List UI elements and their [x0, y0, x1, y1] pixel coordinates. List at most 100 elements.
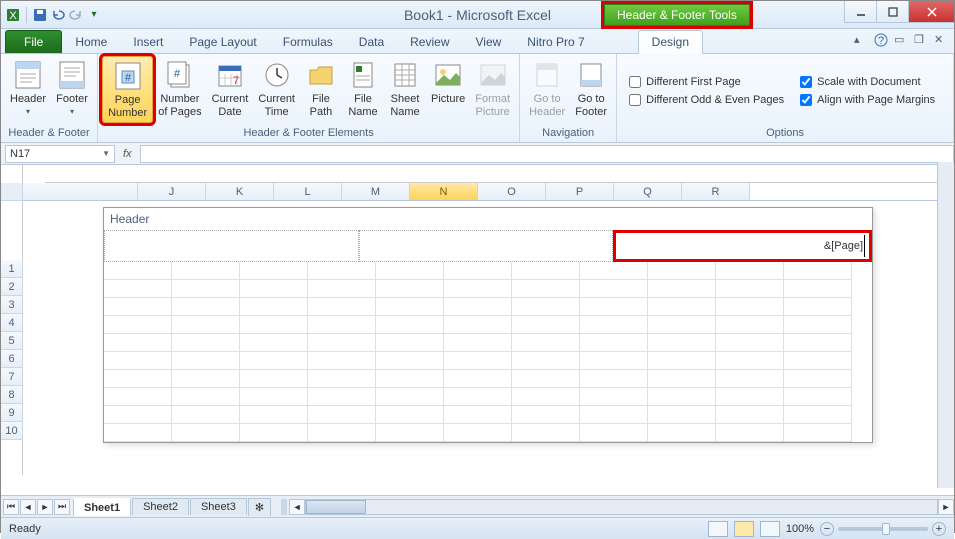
formula-input[interactable] [140, 145, 954, 163]
goto-header-icon [531, 59, 563, 91]
worksheet-area: J K L M N O P Q R Header &[Page] [1, 165, 954, 495]
col-header[interactable]: O [478, 183, 546, 200]
tab-nitro[interactable]: Nitro Pro 7 [514, 31, 597, 53]
vertical-scrollbar[interactable] [937, 162, 954, 488]
col-header[interactable]: L [274, 183, 342, 200]
group-navigation: Go to Header Go to Footer Navigation [520, 54, 617, 142]
name-box[interactable]: N17▼ [5, 145, 115, 163]
col-header[interactable]: R [682, 183, 750, 200]
page-preview: Header &[Page] [103, 207, 873, 443]
contextual-tab-label: Header & Footer Tools [604, 4, 750, 26]
minimize-ribbon-icon[interactable]: ▴ [854, 33, 868, 47]
row-header[interactable]: 5 [1, 332, 23, 350]
fx-icon[interactable]: fx [115, 148, 140, 160]
tab-nav-last[interactable]: ⏭ [54, 499, 70, 515]
tab-page-layout[interactable]: Page Layout [176, 31, 269, 53]
header-left-section[interactable] [104, 230, 359, 262]
row-header[interactable]: 6 [1, 350, 23, 368]
undo-icon[interactable] [50, 7, 66, 23]
hscroll-right[interactable]: ► [938, 499, 954, 515]
row-header[interactable]: 1 [1, 260, 23, 278]
svg-text:X: X [9, 10, 17, 22]
excel-icon[interactable]: X [5, 7, 21, 23]
file-path-button[interactable]: File Path [300, 56, 342, 121]
row-header[interactable]: 7 [1, 368, 23, 386]
sheet-tab-sheet2[interactable]: Sheet2 [132, 498, 189, 515]
header-button[interactable]: Header▾ [5, 56, 51, 119]
zoom-out-button[interactable]: − [820, 522, 834, 536]
row-header[interactable]: 10 [1, 422, 23, 440]
col-header[interactable]: M [342, 183, 410, 200]
number-of-pages-button[interactable]: # Number of Pages [153, 56, 206, 121]
view-page-break-icon[interactable] [760, 521, 780, 537]
tab-design[interactable]: Design [638, 30, 703, 54]
header-right-section[interactable]: &[Page] [613, 230, 872, 262]
workbook-restore-icon[interactable]: ❐ [914, 33, 928, 47]
row-header[interactable]: 9 [1, 404, 23, 422]
cell-grid[interactable] [104, 262, 872, 442]
sheet-tab-sheet1[interactable]: Sheet1 [73, 498, 131, 516]
file-name-button[interactable]: File Name [342, 56, 384, 121]
col-header[interactable]: J [138, 183, 206, 200]
group-label-header-footer: Header & Footer [5, 126, 93, 140]
group-header-footer: Header▾ Footer▾ Header & Footer [1, 54, 98, 142]
hscroll-left[interactable]: ◄ [289, 499, 305, 515]
group-options: Different First Page Different Odd & Eve… [617, 54, 954, 142]
tab-insert[interactable]: Insert [120, 31, 176, 53]
different-odd-even-checkbox[interactable]: Different Odd & Even Pages [629, 94, 784, 106]
zoom-in-button[interactable]: + [932, 522, 946, 536]
save-icon[interactable] [32, 7, 48, 23]
tab-data[interactable]: Data [346, 31, 397, 53]
tab-review[interactable]: Review [397, 31, 462, 53]
zoom-slider[interactable] [838, 527, 928, 531]
tab-nav-next[interactable]: ► [37, 499, 53, 515]
row-header[interactable]: 2 [1, 278, 23, 296]
row-header[interactable]: 4 [1, 314, 23, 332]
redo-icon[interactable] [68, 7, 84, 23]
status-bar: Ready 100% − + [1, 517, 954, 539]
maximize-button[interactable] [876, 1, 908, 23]
view-normal-icon[interactable] [708, 521, 728, 537]
window-title: Book1 - Microsoft Excel [1, 7, 954, 23]
different-first-page-checkbox[interactable]: Different First Page [629, 76, 784, 88]
goto-footer-button[interactable]: Go to Footer [570, 56, 612, 121]
tab-formulas[interactable]: Formulas [270, 31, 346, 53]
page-number-button[interactable]: # Page Number [102, 56, 153, 123]
workbook-minimize-icon[interactable]: ▭ [894, 33, 908, 47]
picture-button[interactable]: Picture [426, 56, 470, 109]
current-time-button[interactable]: Current Time [253, 56, 300, 121]
current-date-button[interactable]: 7 Current Date [207, 56, 254, 121]
horizontal-scrollbar[interactable] [305, 499, 938, 515]
workbook-close-icon[interactable]: ✕ [934, 33, 948, 47]
help-icon[interactable]: ? [874, 33, 888, 47]
svg-text:#: # [125, 72, 132, 84]
tab-view[interactable]: View [463, 31, 515, 53]
picture-icon [432, 59, 464, 91]
horizontal-ruler [45, 165, 954, 183]
tab-nav-first[interactable]: ⏮ [3, 499, 19, 515]
view-page-layout-icon[interactable] [734, 521, 754, 537]
scale-with-document-checkbox[interactable]: Scale with Document [800, 76, 935, 88]
footer-button[interactable]: Footer▾ [51, 56, 93, 119]
header-icon [12, 59, 44, 91]
sheet-name-button[interactable]: Sheet Name [384, 56, 426, 121]
col-header[interactable]: K [206, 183, 274, 200]
col-header-active[interactable]: N [410, 183, 478, 200]
goto-footer-icon [575, 59, 607, 91]
tab-nav-prev[interactable]: ◄ [20, 499, 36, 515]
header-center-section[interactable] [359, 230, 614, 262]
tab-file[interactable]: File [5, 30, 62, 53]
select-all-corner[interactable] [1, 183, 23, 201]
col-header[interactable]: Q [614, 183, 682, 200]
minimize-button[interactable] [844, 1, 876, 23]
svg-text:7: 7 [233, 75, 239, 87]
row-header[interactable]: 8 [1, 386, 23, 404]
tab-home[interactable]: Home [62, 31, 120, 53]
row-header[interactable]: 3 [1, 296, 23, 314]
new-sheet-button[interactable]: ✻ [248, 498, 271, 516]
col-header[interactable]: P [546, 183, 614, 200]
close-button[interactable] [908, 1, 954, 23]
align-with-margins-checkbox[interactable]: Align with Page Margins [800, 94, 935, 106]
sheet-tab-sheet3[interactable]: Sheet3 [190, 498, 247, 515]
qat-customize-icon[interactable]: ▾ [86, 7, 102, 23]
